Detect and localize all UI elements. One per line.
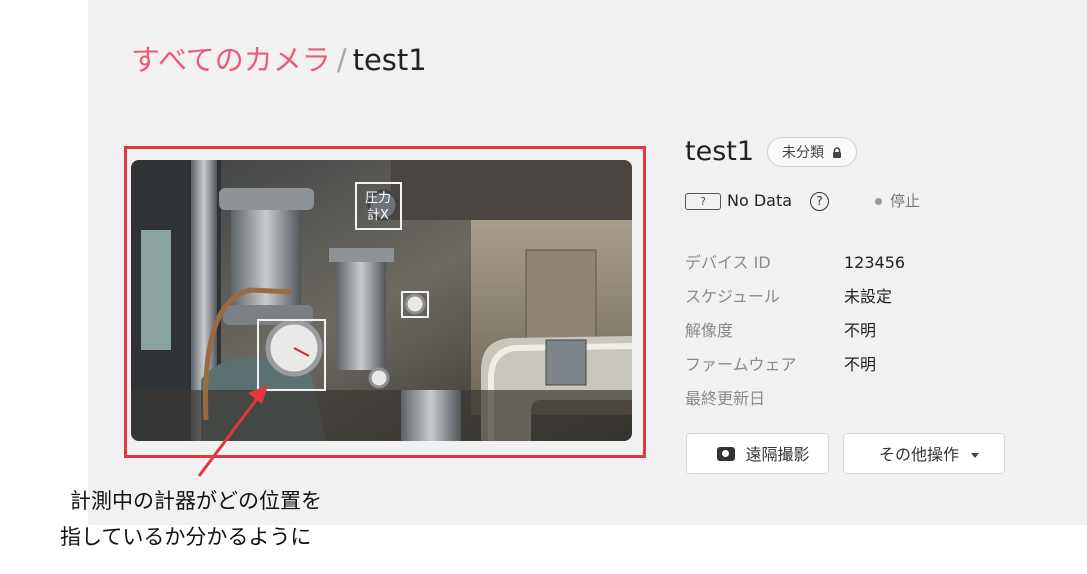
annotation-text: 計測中の計器がどの位置を 指しているか分かるように — [60, 483, 322, 555]
annotation-line1: 計測中の計器がどの位置を — [70, 489, 322, 513]
annotation-line2: 指しているか分かるように — [60, 525, 312, 549]
